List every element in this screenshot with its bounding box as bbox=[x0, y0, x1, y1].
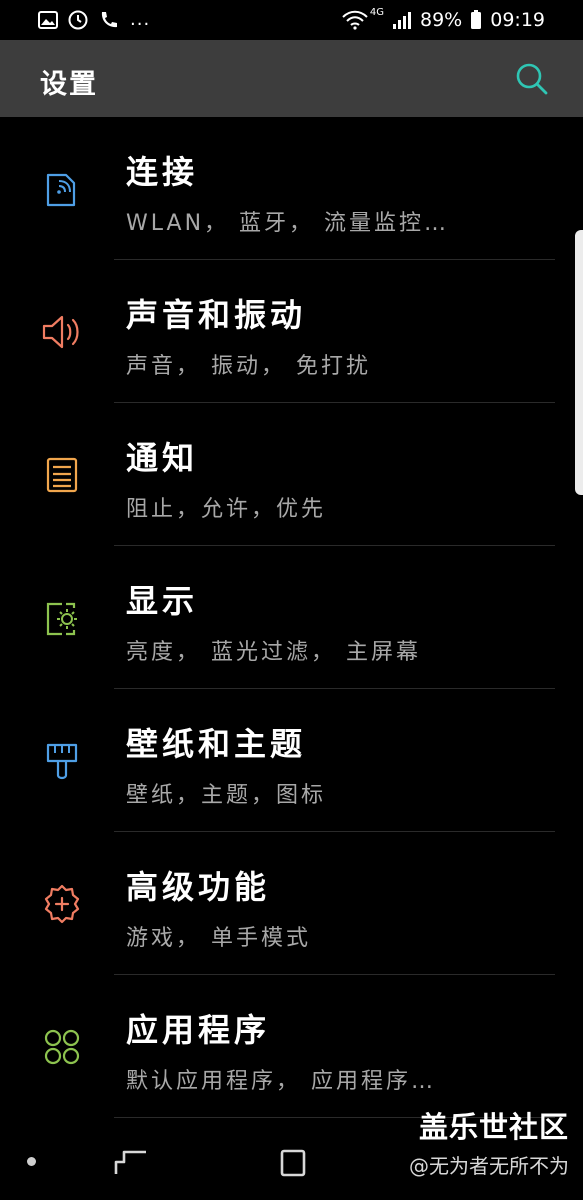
nav-dot-indicator[interactable] bbox=[27, 1157, 36, 1166]
settings-item-subtitle: 默认应用程序， 应用程序… bbox=[126, 1069, 436, 1094]
settings-item-title: 壁纸和主题 bbox=[126, 725, 307, 763]
status-bar-left: ... bbox=[38, 9, 150, 30]
scroll-handle[interactable] bbox=[575, 230, 583, 495]
search-icon bbox=[516, 63, 548, 95]
apps-icon bbox=[44, 1029, 80, 1065]
settings-item-subtitle: 游戏， 单手模式 bbox=[126, 926, 311, 951]
image-notification-icon bbox=[38, 10, 58, 29]
settings-item-title: 应用程序 bbox=[126, 1011, 271, 1049]
watermark-author: @无为者无所不为 bbox=[409, 1154, 569, 1178]
settings-item-wallpaper-themes[interactable]: 壁纸和主题 壁纸，主题，图标 bbox=[0, 689, 583, 832]
signal-icon bbox=[393, 12, 411, 29]
clock-time: 09:19 bbox=[490, 9, 545, 31]
notification-icon bbox=[46, 457, 78, 493]
watermark-title: 盖乐世社区 bbox=[418, 1110, 569, 1144]
settings-item-display[interactable]: 显示 亮度， 蓝光过滤， 主屏幕 bbox=[0, 546, 583, 689]
settings-item-title: 通知 bbox=[126, 439, 199, 477]
settings-item-apps[interactable]: 应用程序 默认应用程序， 应用程序… bbox=[0, 975, 583, 1118]
battery-icon bbox=[471, 10, 482, 29]
gear-plus-icon bbox=[44, 884, 80, 924]
settings-item-subtitle: 壁纸，主题，图标 bbox=[126, 783, 327, 808]
status-bar-right: 4G 89% 09:19 bbox=[342, 6, 545, 31]
settings-item-title: 声音和振动 bbox=[126, 296, 307, 334]
more-notifications: ... bbox=[130, 9, 151, 30]
display-icon bbox=[46, 602, 77, 636]
settings-item-title: 连接 bbox=[126, 153, 199, 191]
network-type: 4G bbox=[369, 6, 384, 18]
recent-apps-icon[interactable] bbox=[278, 1146, 308, 1180]
settings-item-connections[interactable]: 连接 WLAN， 蓝牙， 流量监控… bbox=[0, 117, 583, 260]
settings-item-subtitle: 声音， 振动， 免打扰 bbox=[126, 354, 371, 379]
back-icon[interactable] bbox=[110, 1146, 150, 1180]
settings-item-title: 高级功能 bbox=[126, 868, 271, 906]
settings-item-subtitle: WLAN， 蓝牙， 流量监控… bbox=[126, 211, 450, 236]
page-title: 设置 bbox=[40, 69, 98, 100]
settings-item-notifications[interactable]: 通知 阻止，允许，优先 bbox=[0, 403, 583, 546]
settings-item-advanced-features[interactable]: 高级功能 游戏， 单手模式 bbox=[0, 832, 583, 975]
speaker-icon bbox=[42, 315, 79, 349]
settings-item-sound-vibration[interactable]: 声音和振动 声音， 振动， 免打扰 bbox=[0, 260, 583, 403]
settings-item-subtitle: 亮度， 蓝光过滤， 主屏幕 bbox=[126, 640, 421, 665]
wifi-icon bbox=[342, 10, 368, 30]
connection-icon bbox=[46, 173, 76, 207]
clock-notification-icon bbox=[68, 10, 88, 29]
settings-item-title: 显示 bbox=[126, 582, 199, 620]
call-notification-icon bbox=[101, 11, 117, 27]
search-button[interactable] bbox=[515, 62, 549, 96]
settings-item-subtitle: 阻止，允许，优先 bbox=[126, 497, 327, 522]
battery-percent: 89% bbox=[420, 9, 463, 31]
brush-icon bbox=[46, 743, 78, 780]
settings-list: 连接 WLAN， 蓝牙， 流量监控… 声音和振动 声音， 振动， 免打扰 通知 … bbox=[0, 117, 583, 1118]
status-bar: ... 4G 89% 09:19 bbox=[0, 0, 583, 40]
app-header: 设置 bbox=[0, 40, 583, 117]
